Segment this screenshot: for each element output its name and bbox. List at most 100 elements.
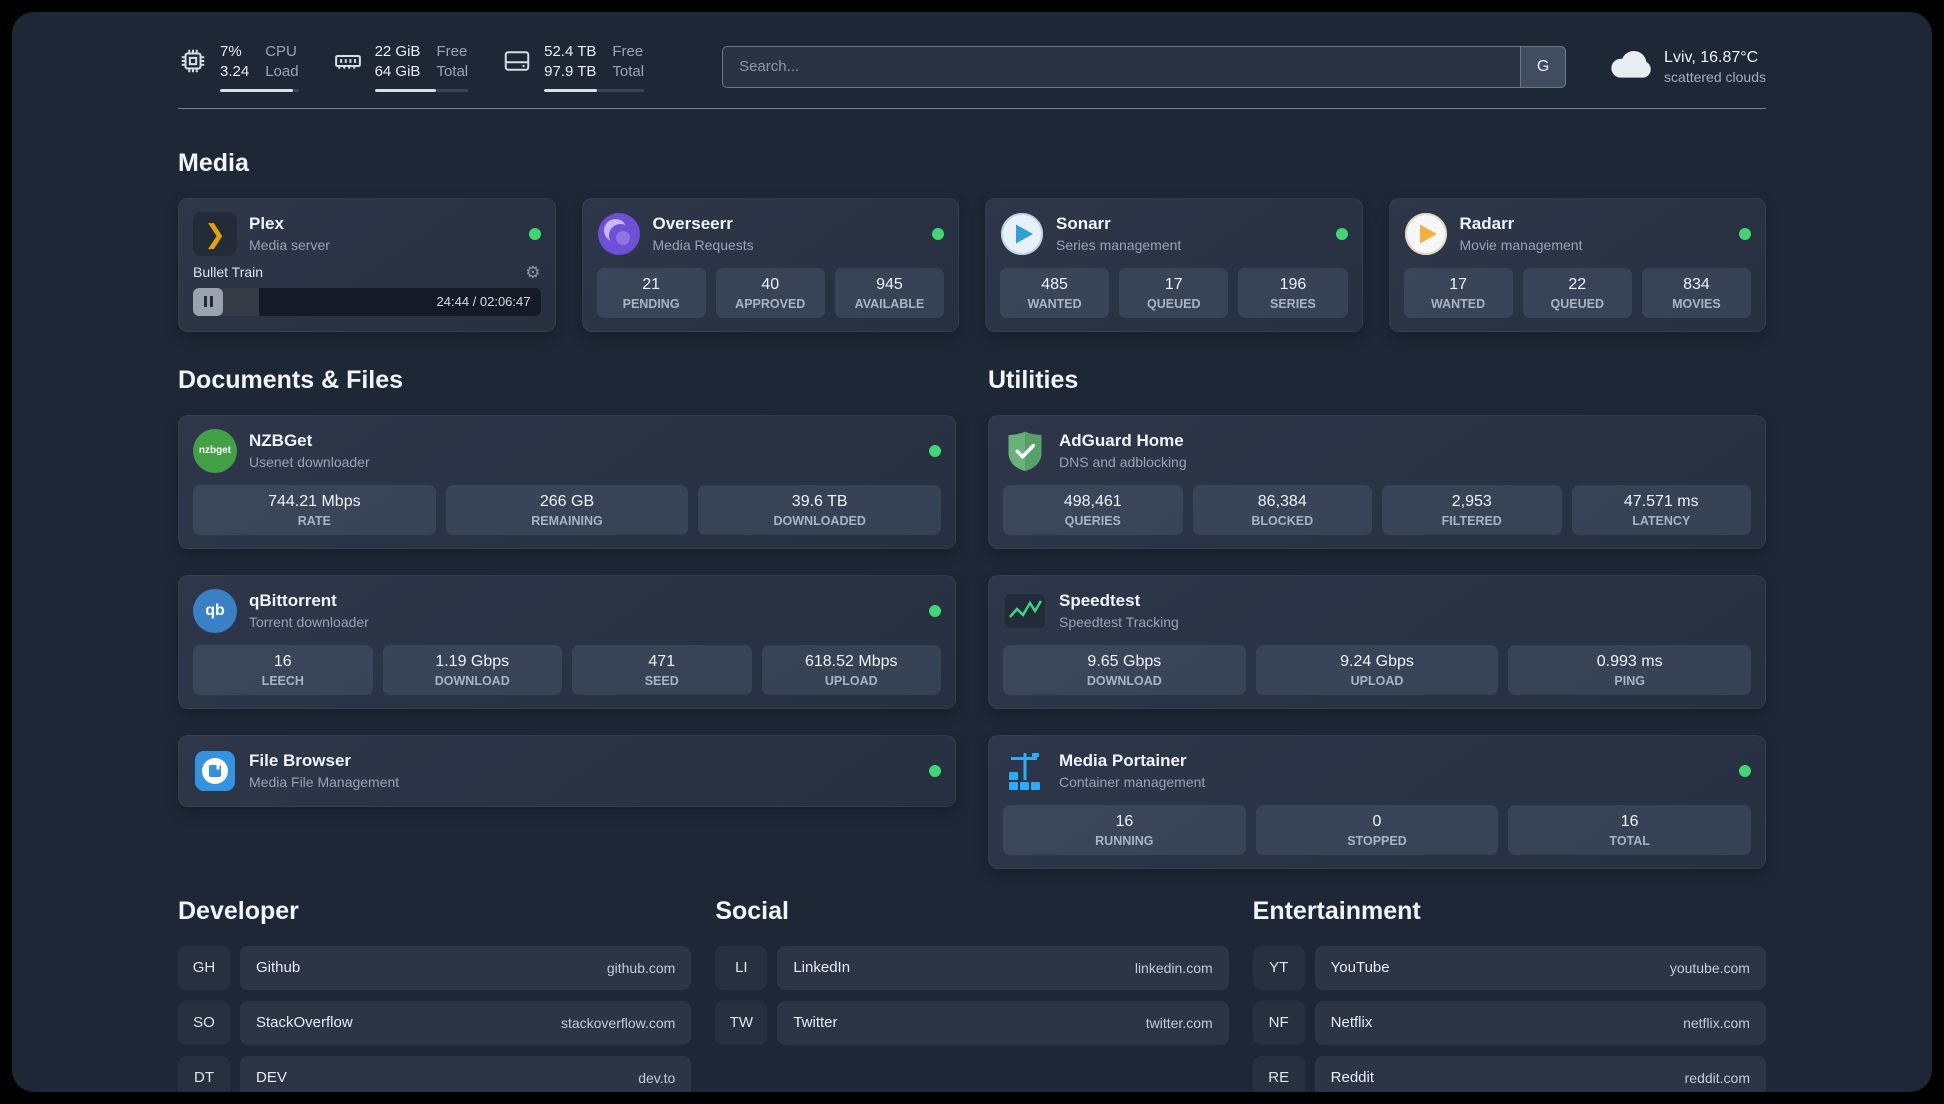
service-name: qBittorrent [249,591,337,610]
stat-remaining: 266 GB REMAINING [445,484,689,535]
search-input[interactable] [722,45,1567,88]
cpu-label: CPU [265,43,297,60]
section-title-utilities: Utilities [988,365,1079,394]
ram-free-value: 22 GiB [374,43,421,60]
sonarr-icon [1000,212,1044,256]
disk-icon [502,42,532,76]
topbar: 7% 3.24 CPU Load 22 GiB 64 GiB Free Tota… [178,42,1766,92]
stat-queued: 22 QUEUED [1522,267,1632,318]
cpu-icon [178,42,208,76]
service-card-portainer[interactable]: Media Portainer Container management 16 … [988,734,1766,869]
service-card-speedtest[interactable]: Speedtest Speedtest Tracking 9.65 Gbps D… [988,574,1766,709]
bookmark-dev[interactable]: DT DEV dev.to [178,1055,692,1092]
bookmark-reddit[interactable]: RE Reddit reddit.com [1252,1055,1766,1092]
pause-button[interactable] [193,287,223,316]
bookmark-youtube[interactable]: YT YouTube youtube.com [1252,945,1766,990]
seek-bar[interactable]: 24:44 / 02:06:47 [193,287,541,316]
bookmark-twitter[interactable]: TW Twitter twitter.com [715,1000,1229,1045]
bookmark-name: LinkedIn [793,959,851,976]
service-card-sonarr[interactable]: Sonarr Series management 485 WANTED 17 Q… [985,197,1363,332]
status-dot [528,227,541,240]
service-subtitle: Media File Management [249,774,400,790]
service-card-nzbget[interactable]: nzbget NZBGet Usenet downloader 744.21 M… [178,414,956,549]
section-title-documents: Documents & Files [178,365,404,394]
status-dot [1739,227,1751,240]
service-name: Sonarr [1056,214,1111,233]
service-card-adguard[interactable]: AdGuard Home DNS and adblocking 498,461 … [988,414,1766,549]
stat-upload: 9.24 Gbps UPLOAD [1255,644,1499,695]
service-name: Overseerr [652,214,733,233]
bookmark-name: Github [256,959,301,976]
cpu-percent: 7% [220,43,242,60]
service-card-overseerr[interactable]: Overseerr Media Requests 21 PENDING 40 A… [581,197,959,332]
service-subtitle: Media server [249,237,330,253]
bookmark-name: Twitter [793,1014,838,1031]
status-dot [1739,764,1751,777]
weather-condition: scattered clouds [1664,68,1766,85]
search-bar[interactable]: G [722,45,1567,88]
disk-bar [544,88,645,92]
service-name: AdGuard Home [1059,431,1184,450]
section-title-developer: Developer [178,896,299,925]
bookmark-url: stackoverflow.com [560,1014,676,1031]
stat-upload: 618.52 Mbps UPLOAD [761,644,941,695]
bookmark-abbr: SO [178,1000,230,1045]
bookmark-url: twitter.com [1145,1014,1213,1031]
service-name: File Browser [249,751,352,770]
bookmark-stackoverflow[interactable]: SO StackOverflow stackoverflow.com [178,1000,692,1045]
ram-total-value: 64 GiB [374,63,421,81]
stat-series: 196 SERIES [1238,267,1348,318]
status-dot [929,444,941,457]
weather-widget: Lviv, 16.87°C scattered clouds [1610,49,1766,85]
dashboard-panel: 7% 3.24 CPU Load 22 GiB 64 GiB Free Tota… [12,12,1932,1092]
section-media: Media ❯ Plex Media server Bullet Train ⚙ [178,149,1766,332]
radarr-icon [1404,212,1448,256]
section-title-media: Media [178,148,249,177]
service-subtitle: Movie management [1459,237,1583,253]
playback-time: 24:44 / 02:06:47 [436,294,531,309]
bookmark-github[interactable]: GH Github github.com [178,945,692,990]
gear-icon[interactable]: ⚙ [525,264,540,281]
service-card-qbittorrent[interactable]: qb qBittorrent Torrent downloader 16 LEE… [178,574,956,709]
disk-total-label: Total [612,63,645,81]
bookmarks-developer: Developer GH Github github.com SO StackO… [178,896,692,1092]
bookmark-url: reddit.com [1684,1069,1750,1086]
service-card-filebrowser[interactable]: File Browser Media File Management [178,734,956,807]
ram-free-label: Free [436,43,468,60]
bookmark-name: YouTube [1330,959,1390,976]
stat-filtered: 2,953 FILTERED [1382,484,1562,535]
pause-icon [203,296,207,307]
service-name: NZBGet [249,431,313,450]
service-subtitle: Media Requests [652,237,754,253]
stat-download: 9.65 Gbps DOWNLOAD [1003,644,1246,695]
service-name: Radarr [1459,214,1515,233]
stat-leech: 16 LEECH [193,644,373,695]
service-subtitle: Speedtest Tracking [1059,614,1179,630]
bookmark-linkedin[interactable]: LI LinkedIn linkedin.com [715,945,1229,990]
stat-wanted: 17 WANTED [1403,267,1513,318]
stat-total: 16 TOTAL [1508,804,1752,855]
now-playing-widget: Bullet Train ⚙ 24:44 / 02:06:47 [193,264,541,316]
stat-ping: 0.993 ms PING [1508,644,1752,695]
stat-download: 1.19 Gbps DOWNLOAD [382,644,562,695]
bookmark-abbr: LI [715,945,768,990]
bookmark-abbr: YT [1252,945,1305,990]
bookmark-url: youtube.com [1669,959,1750,976]
memory-widget: 22 GiB 64 GiB Free Total [333,42,469,92]
stat-running: 16 RUNNING [1003,804,1246,855]
portainer-icon [1003,749,1047,793]
topbar-divider [178,107,1766,109]
service-card-radarr[interactable]: Radarr Movie management 17 WANTED 22 QUE… [1388,197,1766,332]
service-name: Media Portainer [1059,751,1187,770]
cpu-widget: 7% 3.24 CPU Load [178,42,299,92]
bookmark-netflix[interactable]: NF Netflix netflix.com [1252,1000,1766,1045]
speedtest-icon [1003,589,1047,633]
status-dot [929,764,941,777]
stat-approved: 40 APPROVED [715,267,825,318]
service-card-plex[interactable]: ❯ Plex Media server Bullet Train ⚙ 24:44… [178,197,556,332]
search-provider-button[interactable]: G [1520,45,1567,88]
service-subtitle: Container management [1059,774,1206,790]
ram-total-label: Total [436,63,469,81]
section-title-entertainment: Entertainment [1252,896,1421,925]
disk-free-label: Free [612,43,644,60]
